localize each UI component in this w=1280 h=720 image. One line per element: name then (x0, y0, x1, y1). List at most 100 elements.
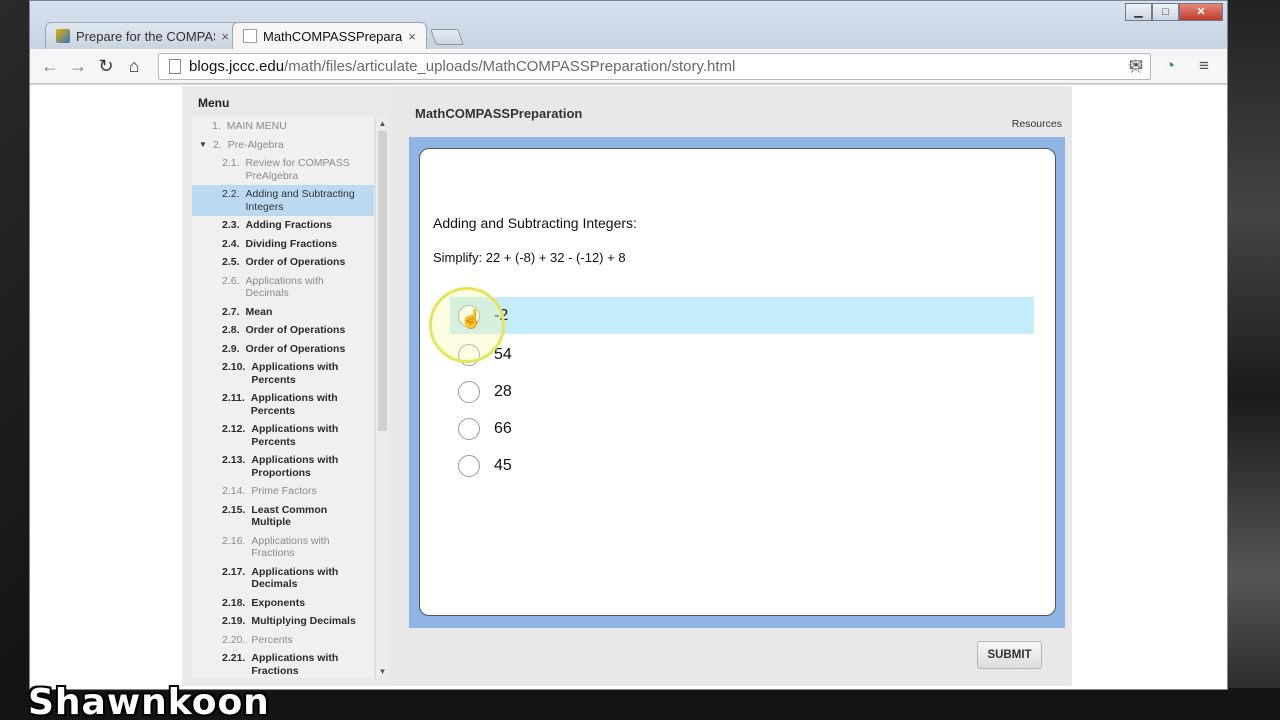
answer-choice[interactable]: -2 (450, 297, 1034, 334)
address-bar[interactable]: blogs.jccc.edu/math/files/articulate_upl… (158, 53, 1151, 80)
menu-icon[interactable]: ≡ (1191, 54, 1217, 78)
tab-close-icon[interactable]: × (408, 29, 416, 44)
menu-item[interactable]: 2.10. Applications with Percents (192, 358, 374, 389)
menu-item-label: Order of Operations (245, 256, 346, 268)
new-tab-button[interactable] (430, 29, 464, 45)
articulate-player: Menu 1. MAIN MENU ▼ 2. Pre-Algebra 2.1. Review… (182, 86, 1072, 686)
gmail-icon[interactable]: ✉ (1123, 54, 1149, 78)
menu-item-label: Multiplying Decimals (251, 615, 356, 627)
menu-item[interactable]: 2.16. Applications with Fractions (192, 532, 374, 563)
submit-button[interactable]: SUBMIT (977, 641, 1042, 669)
menu-item-number: 2.14. (222, 485, 246, 497)
menu-item[interactable]: 1. MAIN MENU (192, 117, 374, 136)
menu-item[interactable]: ▼ 2. Pre-Algebra (192, 136, 374, 155)
hand-cursor-icon: ☝ (460, 309, 483, 329)
menu-item-number: 2.20. (222, 633, 246, 646)
slide-content: Adding and Subtracting Integers: Simplif… (419, 148, 1056, 616)
menu-item-label: Dividing Fractions (245, 237, 338, 250)
menu-item-label: Applications with Proportions (251, 454, 339, 479)
tab-close-icon[interactable]: × (221, 29, 229, 44)
menu-item-number: 2.10. (222, 361, 246, 373)
question-title: Adding and Subtracting Integers: (433, 215, 637, 231)
menu-item-number: 2.7. (222, 305, 240, 318)
answer-choice[interactable]: 54 (450, 336, 1034, 373)
minimize-button[interactable]: ▁ (1125, 3, 1152, 21)
tab-prepare-compass[interactable]: Prepare for the COMPASS × (45, 22, 240, 49)
menu-item-number: 2.11. (222, 392, 245, 404)
scroll-down-arrow-icon[interactable]: ▼ (376, 665, 389, 678)
extension-icon[interactable]: ◔ (1157, 54, 1183, 78)
url-path: /math/files/articulate_uploads/MathCOMPA… (284, 58, 736, 75)
menu-item[interactable]: 2.7. Mean (192, 303, 374, 322)
menu-item[interactable]: 2.21. Applications with Fractions (192, 649, 374, 678)
menu-item-number: 2.8. (222, 324, 240, 336)
expand-triangle-icon[interactable]: ▼ (199, 139, 207, 152)
menu-item[interactable]: 2.13. Applications with Proportions (192, 451, 374, 482)
menu-item-label: Applications with Decimals (251, 565, 339, 591)
radio-button[interactable] (458, 417, 480, 440)
menu-item[interactable]: 2.4. Dividing Fractions (192, 235, 374, 254)
menu-item[interactable]: 2.12. Applications with Percents (192, 420, 374, 451)
menu-item-number: 2.6. (222, 274, 240, 287)
menu-item-number: 2.9. (222, 342, 240, 355)
menu-item-number: 2.2. (222, 188, 240, 200)
menu-scrollbar[interactable]: ▲ ▼ (375, 117, 388, 678)
toolbar-extensions: ✉ ◔ ≡ (1123, 54, 1217, 78)
page-viewport: Menu 1. MAIN MENU ▼ 2. Pre-Algebra 2.1. Review… (30, 85, 1227, 689)
back-arrow-icon[interactable]: ← (36, 52, 64, 80)
menu-item-label: Order of Operations (245, 342, 346, 355)
menu-item[interactable]: 2.20. Percents (192, 631, 374, 650)
menu-item[interactable]: 2.19. Multiplying Decimals (192, 612, 374, 631)
menu-item[interactable]: 2.8. Order of Operations (192, 321, 374, 340)
menu-item-number: 2.17. (222, 565, 246, 578)
page-icon (169, 59, 181, 74)
menu-item[interactable]: 2.11. Applications with Percents (192, 389, 374, 420)
tab-mathcompass[interactable]: MathCOMPASSPreparatio × (232, 22, 427, 49)
choice-label: 45 (494, 456, 512, 474)
menu-item-label: Mean (245, 305, 273, 318)
radio-button[interactable] (458, 343, 480, 366)
radio-button[interactable] (458, 380, 480, 403)
answer-choice[interactable]: 66 (450, 410, 1034, 447)
menu-item-label: Adding and Subtracting Integers (245, 188, 355, 213)
answer-choice[interactable]: 28 (450, 373, 1034, 410)
menu-item[interactable]: 2.17. Applications with Decimals (192, 563, 374, 594)
close-window-button[interactable]: ✕ (1179, 3, 1223, 21)
menu-item-label: Prime Factors (251, 485, 317, 497)
choice-label: 28 (494, 382, 512, 400)
forward-arrow-icon[interactable]: → (64, 52, 92, 80)
menu-item-label: Applications with Decimals (245, 274, 324, 300)
menu-item-label: Review for COMPASS PreAlgebra (245, 157, 350, 182)
radio-button[interactable] (458, 454, 480, 477)
menu-item[interactable]: 2.18. Exponents (192, 594, 374, 613)
resources-link[interactable]: Resources (1012, 118, 1062, 130)
answer-choice[interactable]: 45 (450, 447, 1034, 484)
browser-toolbar: ← → ↻ ⌂ blogs.jccc.edu/math/files/articu… (30, 49, 1227, 84)
menu-item[interactable]: 2.2. Adding and Subtracting Integers (192, 185, 374, 216)
menu-item[interactable]: 2.9. Order of Operations (192, 340, 374, 359)
scroll-up-arrow-icon[interactable]: ▲ (376, 117, 389, 130)
menu-item[interactable]: 2.6. Applications with Decimals (192, 272, 374, 303)
menu-item[interactable]: 2.14. Prime Factors (192, 482, 374, 501)
desktop-wallpaper-edge (1228, 0, 1280, 720)
menu-item-label: Least Common Multiple (251, 503, 328, 529)
page-icon (243, 29, 257, 43)
menu-list: 1. MAIN MENU ▼ 2. Pre-Algebra 2.1. Review for … (192, 117, 374, 678)
site-logo-icon (56, 29, 70, 43)
menu-item-number: 2. (212, 138, 222, 151)
menu-item-label: Exponents (251, 596, 306, 609)
tab-title: MathCOMPASSPreparatio (263, 28, 403, 44)
menu-item[interactable]: 2.3. Adding Fractions (192, 216, 374, 235)
reload-icon[interactable]: ↻ (92, 52, 120, 80)
choice-label: 54 (494, 345, 512, 363)
menu-item[interactable]: 2.15. Least Common Multiple (192, 501, 374, 532)
menu-panel: Menu 1. MAIN MENU ▼ 2. Pre-Algebra 2.1. Review… (182, 86, 391, 686)
menu-item[interactable]: 2.5. Order of Operations (192, 253, 374, 272)
menu-item[interactable]: 2.1. Review for COMPASS PreAlgebra (192, 154, 374, 185)
slide-title: MathCOMPASSPreparation (415, 106, 583, 121)
menu-item-number: 2.12. (222, 423, 246, 435)
scroll-thumb[interactable] (378, 131, 387, 431)
maximize-button[interactable]: □ (1152, 3, 1179, 21)
tab-title: Prepare for the COMPASS (76, 28, 216, 44)
home-icon[interactable]: ⌂ (120, 52, 148, 80)
